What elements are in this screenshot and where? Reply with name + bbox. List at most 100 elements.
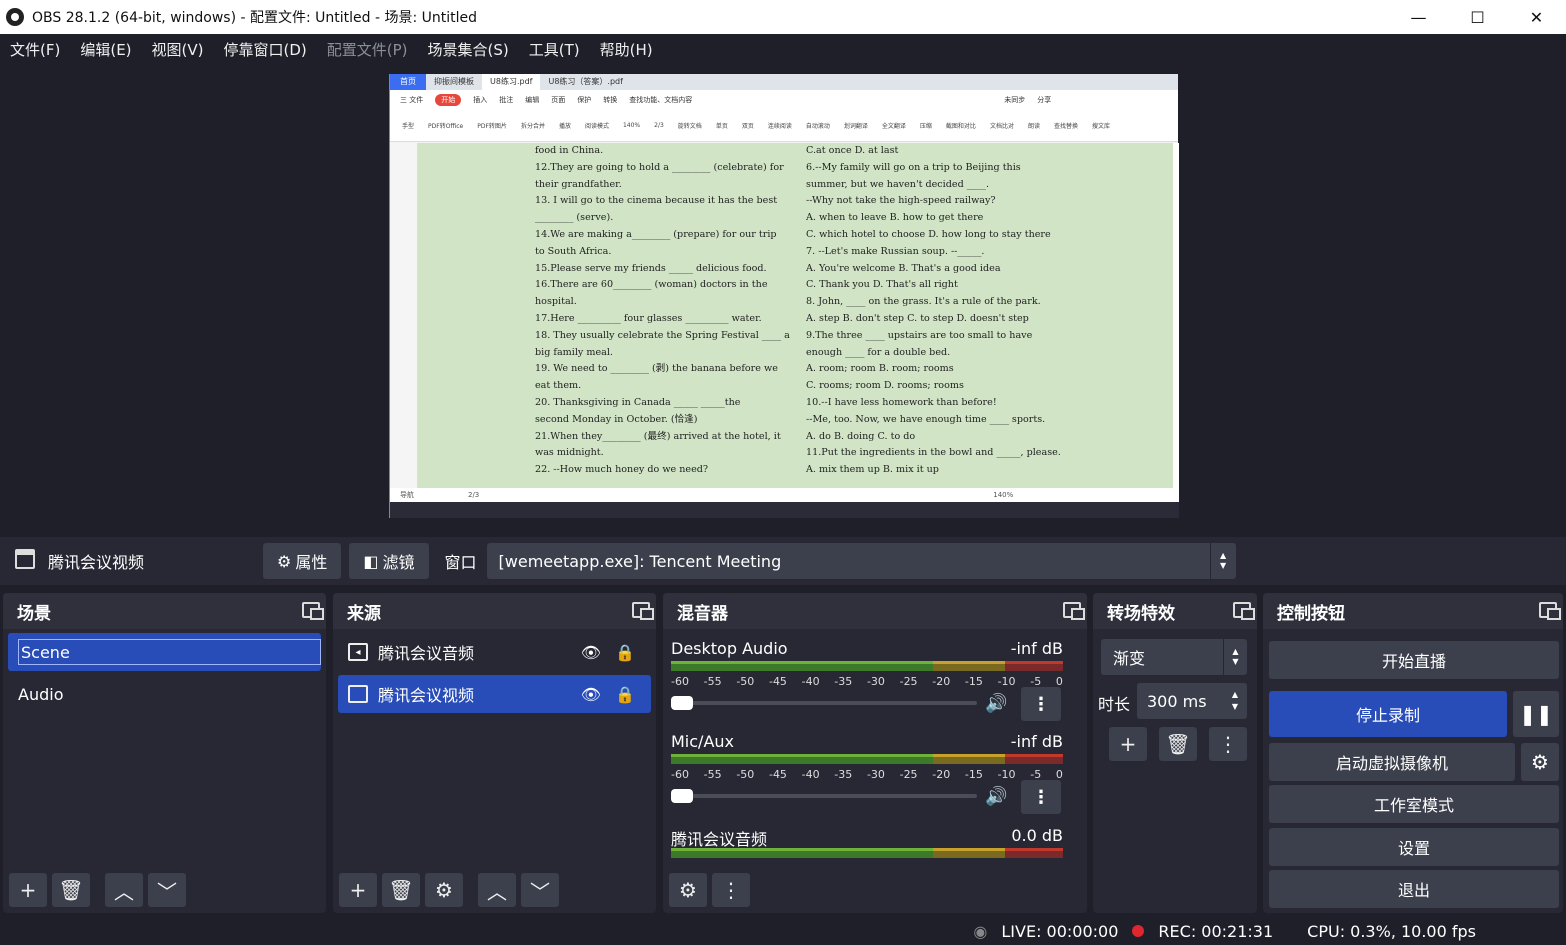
menu-help[interactable]: 帮助(H) bbox=[600, 39, 653, 60]
menu-tools[interactable]: 工具(T) bbox=[529, 39, 580, 60]
lock-icon[interactable]: 🔒 bbox=[615, 643, 635, 662]
remove-scene-button[interactable]: 🗑 bbox=[52, 873, 90, 907]
menu-edit[interactable]: 编辑(E) bbox=[80, 39, 131, 60]
add-transition-button[interactable]: + bbox=[1109, 727, 1147, 761]
properties-button[interactable]: ⚙ 属性 bbox=[263, 543, 342, 579]
close-button[interactable]: ✕ bbox=[1507, 0, 1566, 34]
eye-icon[interactable]: 👁 bbox=[581, 685, 601, 704]
pdf-menu-item: 分享 bbox=[1037, 96, 1052, 104]
filters-button[interactable]: ◧ 滤镜 bbox=[349, 543, 429, 579]
menu-docks[interactable]: 停靠窗口(D) bbox=[224, 39, 307, 60]
window-select[interactable]: [wemeetapp.exe]: Tencent Meeting ▲ ▼ bbox=[486, 543, 1236, 579]
stop-recording-button[interactable]: 停止录制 bbox=[1269, 691, 1507, 737]
pdf-text-line: to South Africa. bbox=[535, 245, 612, 257]
preview-canvas[interactable]: 首页 抑振间模板 U8练习.pdf U8练习（答案）.pdf 三 文件 开始 插… bbox=[389, 74, 1179, 518]
pdf-left-column: food in China. 12.They are going to hold … bbox=[535, 143, 790, 479]
pdf-page: food in China. 12.They are going to hold … bbox=[418, 143, 1173, 488]
pdf-tool: 旋转文档 bbox=[677, 123, 702, 130]
remove-transition-button[interactable]: 🗑 bbox=[1159, 727, 1197, 761]
speaker-icon[interactable]: 🔊 bbox=[985, 693, 1007, 714]
pdf-tool: 2/3 bbox=[654, 122, 664, 129]
source-properties-button[interactable]: ⚙ bbox=[425, 873, 463, 907]
float-dock-icon[interactable] bbox=[1063, 602, 1085, 620]
menu-scene-collection[interactable]: 场景集合(S) bbox=[428, 39, 509, 60]
minimize-button[interactable]: — bbox=[1389, 0, 1448, 34]
mixer-settings-button[interactable]: ⚙ bbox=[669, 873, 707, 907]
float-dock-icon[interactable] bbox=[302, 602, 324, 620]
source-item[interactable]: ◂ 腾讯会议音频 👁 🔒 bbox=[338, 633, 651, 671]
pdf-menu-item: 页面 bbox=[551, 96, 566, 104]
window-select-value: [wemeetapp.exe]: Tencent Meeting bbox=[498, 551, 782, 571]
pdf-text-line: enough ____ for a double bed. bbox=[806, 346, 951, 358]
pdf-nav-label: 导航 bbox=[400, 491, 414, 499]
gear-icon: ⚙ bbox=[277, 551, 292, 571]
transition-menu-button[interactable]: ⋮ bbox=[1209, 727, 1247, 761]
window-capture-icon bbox=[15, 549, 35, 569]
pdf-text-line: 21.When they________ (最终) arrived at the… bbox=[535, 430, 781, 442]
float-dock-icon[interactable] bbox=[632, 602, 654, 620]
pdf-tool: 140% bbox=[622, 122, 641, 129]
lock-icon[interactable]: 🔒 bbox=[615, 685, 635, 704]
pdf-text-line: 22. --How much honey do we need? bbox=[535, 464, 709, 476]
gear-icon[interactable]: ⚙ bbox=[1521, 743, 1559, 781]
scene-item[interactable]: Audio bbox=[8, 675, 321, 713]
float-dock-icon[interactable] bbox=[1233, 602, 1255, 620]
channel-menu-button[interactable]: ⋮ bbox=[1021, 687, 1061, 721]
spin-arrow-icon[interactable]: ▲ ▼ bbox=[1223, 683, 1247, 719]
source-item[interactable]: 腾讯会议视频 👁 🔒 bbox=[338, 675, 651, 713]
move-down-button[interactable]: ﹀ bbox=[521, 873, 559, 907]
exit-button[interactable]: 退出 bbox=[1269, 870, 1559, 908]
pdf-menu-bar: 三 文件 开始 插入 批注 编辑 页面 保护 转换 查找功能、文档内容 未同步 … bbox=[390, 90, 1178, 110]
controls-dock: 控制按钮 开始直播 停止录制 ❚❚ 启动虚拟摄像机 ⚙ 工作室模式 设置 退出 bbox=[1263, 593, 1563, 913]
slider-handle[interactable] bbox=[671, 789, 693, 803]
speaker-icon[interactable]: 🔊 bbox=[985, 786, 1007, 807]
sources-footer: + 🗑 ⚙ ︿ ﹀ bbox=[339, 873, 564, 907]
scenes-dock: 场景 Scene Audio + 🗑 ︿ ﹀ bbox=[3, 593, 326, 913]
start-streaming-button[interactable]: 开始直播 bbox=[1269, 641, 1559, 679]
duration-spinbox[interactable]: 300 ms ▲ ▼ bbox=[1137, 683, 1247, 719]
mixer-menu-button[interactable]: ⋮ bbox=[712, 873, 750, 907]
move-up-button[interactable]: ︿ bbox=[105, 873, 143, 907]
channel-name: Desktop Audio bbox=[671, 639, 788, 658]
slider-handle[interactable] bbox=[671, 696, 693, 710]
add-source-button[interactable]: + bbox=[339, 873, 377, 907]
settings-button[interactable]: 设置 bbox=[1269, 828, 1559, 866]
menu-profile[interactable]: 配置文件(P) bbox=[327, 39, 408, 60]
remove-source-button[interactable]: 🗑 bbox=[382, 873, 420, 907]
meter-scale: -60 -55 -50 -45 -40 -35 -30 -25 -20 -15 -10 -5 0 bbox=[671, 675, 1063, 688]
pdf-text-line: 14.We are making a________ (prepare) for… bbox=[535, 228, 777, 240]
transition-select[interactable]: 渐变 ▲ ▼ bbox=[1101, 639, 1247, 675]
pdf-text-line: A. step B. don't step C. to step D. does… bbox=[806, 312, 1029, 324]
menu-view[interactable]: 视图(V) bbox=[152, 39, 204, 60]
scene-item[interactable]: Scene bbox=[8, 633, 321, 671]
pdf-text-line: A. room; room B. room; rooms bbox=[806, 363, 954, 375]
pdf-text-line: 16.There are 60________ (woman) doctors … bbox=[535, 279, 768, 291]
move-down-button[interactable]: ﹀ bbox=[148, 873, 186, 907]
pdf-tool: PDF转图片 bbox=[477, 123, 507, 130]
pdf-text-line: eat them. bbox=[535, 380, 582, 392]
controls-header: 控制按钮 bbox=[1263, 593, 1563, 629]
speaker-icon: ◂ bbox=[348, 643, 368, 661]
pause-icon[interactable]: ❚❚ bbox=[1513, 691, 1559, 737]
channel-menu-button[interactable]: ⋮ bbox=[1021, 780, 1061, 814]
add-scene-button[interactable]: + bbox=[9, 873, 47, 907]
pdf-menu-item: 编辑 bbox=[525, 96, 540, 104]
volume-slider[interactable] bbox=[671, 696, 977, 710]
move-up-button[interactable]: ︿ bbox=[478, 873, 516, 907]
channel-db: 0.0 dB bbox=[1011, 826, 1063, 845]
maximize-button[interactable]: ☐ bbox=[1448, 0, 1507, 34]
pdf-text-line: 19. We need to ________ (剥) the banana b… bbox=[535, 363, 778, 375]
volume-slider[interactable] bbox=[671, 789, 977, 803]
scene-name-editor[interactable]: Scene bbox=[18, 639, 321, 665]
float-dock-icon[interactable] bbox=[1539, 602, 1561, 620]
scenes-header: 场景 bbox=[3, 593, 326, 629]
pdf-text-line: 8. John, ____ on the grass. It's a rule … bbox=[806, 296, 1041, 308]
pdf-menu-item: 三 文件 bbox=[400, 96, 424, 104]
studio-mode-button[interactable]: 工作室模式 bbox=[1269, 785, 1559, 823]
pdf-text-line: 7. --Let's make Russian soup. --_____. bbox=[806, 245, 985, 257]
start-virtual-camera-button[interactable]: 启动虚拟摄像机 bbox=[1269, 743, 1515, 781]
transition-buttons: + 🗑 ⋮ bbox=[1109, 727, 1259, 761]
pdf-text-line: 11.Put the ingredients in the bowl and _… bbox=[806, 447, 1061, 459]
menu-file[interactable]: 文件(F) bbox=[10, 39, 60, 60]
eye-icon[interactable]: 👁 bbox=[581, 643, 601, 662]
